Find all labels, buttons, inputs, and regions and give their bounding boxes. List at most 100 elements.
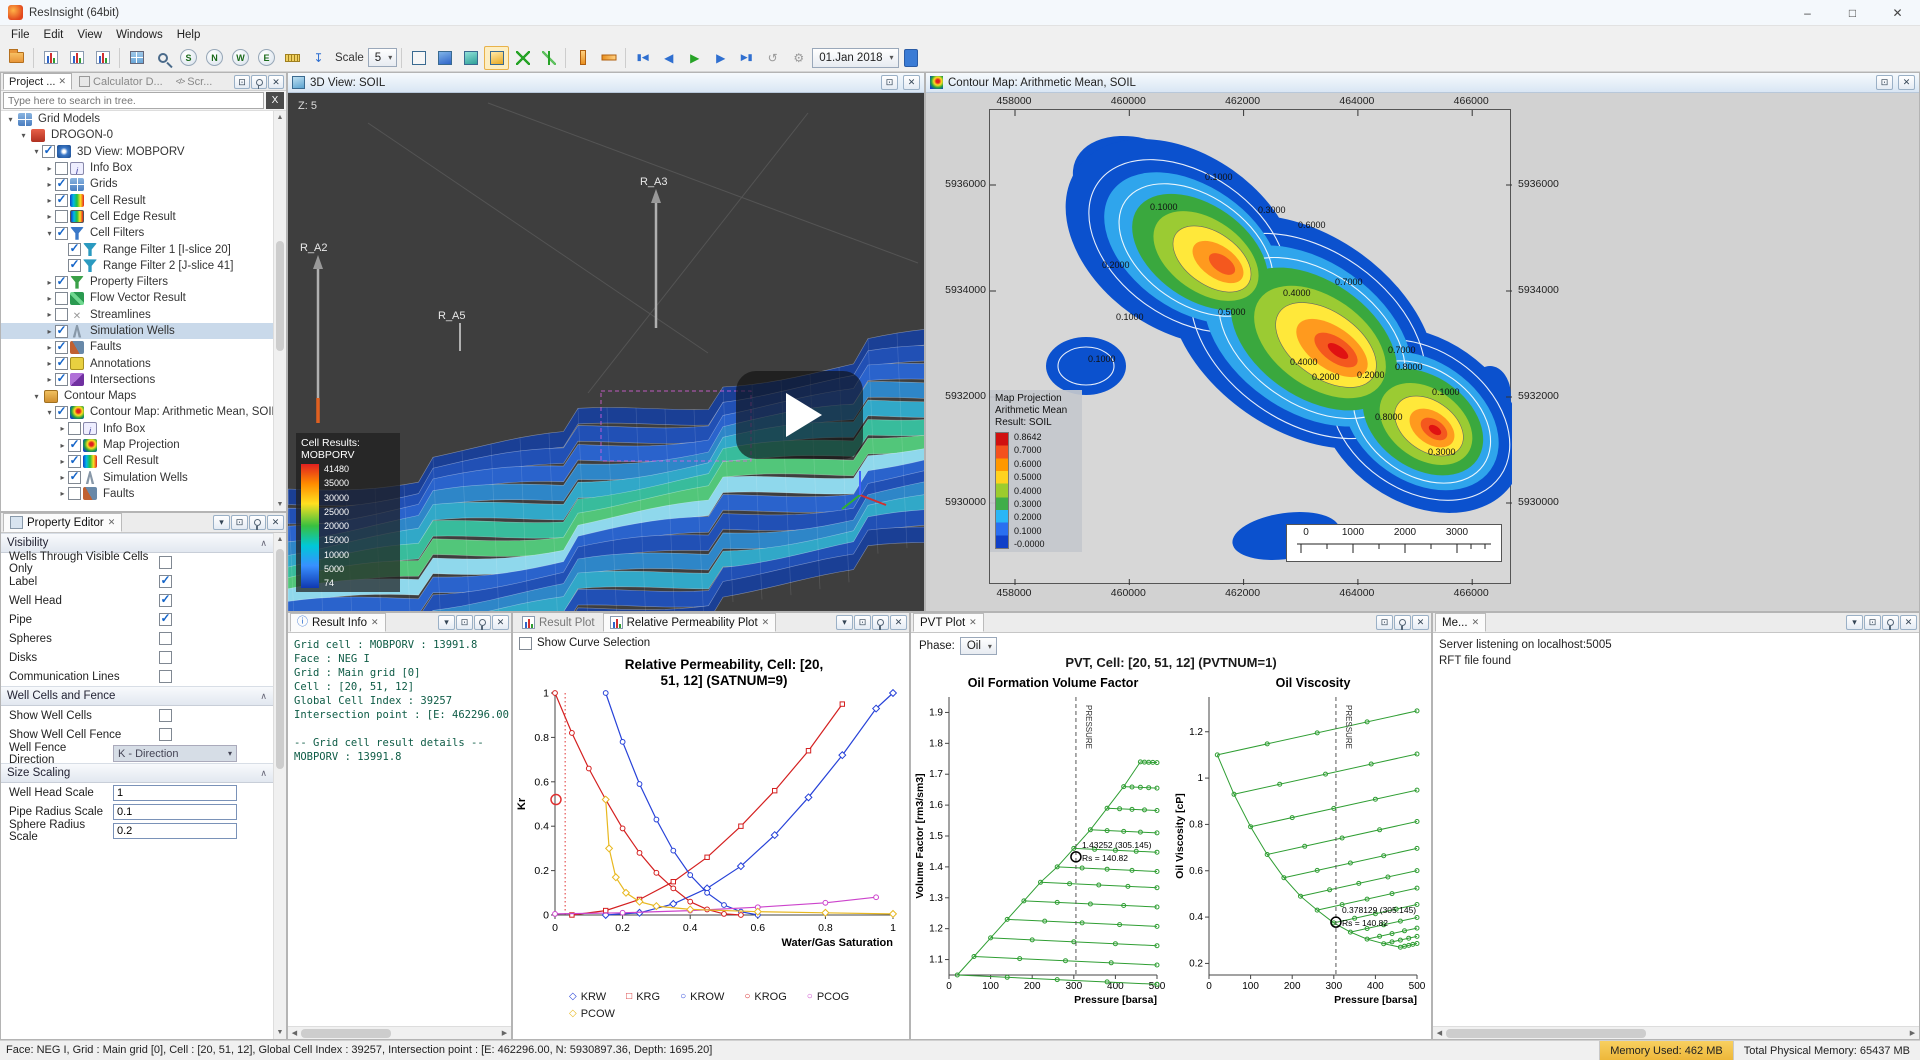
tab-result-plot[interactable]: Result Plot — [515, 613, 602, 632]
zoom-all-button[interactable] — [150, 46, 175, 70]
property-checkbox[interactable] — [159, 594, 172, 607]
show-grid-box-button[interactable] — [406, 46, 431, 70]
tree-item[interactable]: ▾Cell Filters — [1, 225, 273, 241]
close-icon[interactable]: ✕ — [58, 76, 66, 87]
close-icon[interactable]: ✕ — [108, 517, 116, 528]
pin-panel-button[interactable] — [872, 615, 889, 630]
scroll-right-icon[interactable]: ▶ — [1906, 1029, 1919, 1037]
tree-expander-icon[interactable]: ▸ — [44, 343, 55, 352]
tree-item[interactable]: ▸Annotations — [1, 355, 273, 371]
new-plot-window-button[interactable] — [90, 46, 115, 70]
pin-panel-button[interactable] — [474, 615, 491, 630]
tree-item-checkbox[interactable] — [55, 210, 68, 223]
tree-item[interactable]: ▸Simulation Wells — [1, 323, 273, 339]
tree-expander-icon[interactable]: ▾ — [44, 229, 55, 238]
tree-expander-icon[interactable]: ▸ — [57, 489, 68, 498]
scrollbar-thumb[interactable] — [301, 1029, 391, 1038]
tree-expander-icon[interactable]: ▸ — [44, 180, 55, 189]
close-view-button[interactable]: ✕ — [1898, 75, 1915, 90]
property-combo[interactable]: K - Direction▾ — [113, 745, 237, 762]
tree-item-checkbox[interactable] — [68, 487, 81, 500]
legend-item-krw[interactable]: ◇KRW — [569, 991, 606, 1003]
restore-view-button[interactable]: ⊡ — [881, 75, 898, 90]
tab-property-editor[interactable]: Property Editor ✕ — [3, 513, 122, 532]
legend-item-krg[interactable]: □KRG — [626, 991, 660, 1003]
tree-expander-icon[interactable]: ▾ — [31, 147, 42, 156]
view-from-north-button[interactable]: N — [202, 46, 227, 70]
tree-item-checkbox[interactable] — [68, 422, 81, 435]
status-memory-used[interactable]: Memory Used: 462 MB — [1599, 1041, 1732, 1060]
scale-combo[interactable]: 5 ▾ — [368, 48, 397, 67]
tree-expander-icon[interactable]: ▸ — [44, 310, 55, 319]
scroll-left-icon[interactable]: ◀ — [288, 1029, 301, 1037]
tree-expander-icon[interactable]: ▸ — [44, 212, 55, 221]
float-panel-button[interactable]: ⊡ — [456, 615, 473, 630]
float-panel-button[interactable]: ⊡ — [234, 75, 250, 89]
collapse-icon[interactable]: ∧ — [260, 538, 267, 549]
tab-calculator[interactable]: Calculator D... — [73, 73, 169, 90]
skip-to-start-button[interactable]: ▮◀ — [630, 46, 655, 70]
tree-scrollbar[interactable]: ▲ ▼ — [273, 111, 286, 511]
tree-item-checkbox[interactable] — [55, 308, 68, 321]
view-from-south-button[interactable]: S — [176, 46, 201, 70]
menu-help[interactable]: Help — [170, 28, 208, 42]
tree-item[interactable]: ▸Property Filters — [1, 274, 273, 290]
section-header[interactable]: Size Scaling∧ — [1, 763, 273, 783]
open-project-button[interactable] — [4, 46, 29, 70]
property-checkbox[interactable] — [159, 613, 172, 626]
menu-windows[interactable]: Windows — [109, 28, 170, 42]
tree-expander-icon[interactable]: ▸ — [44, 294, 55, 303]
tree-item-checkbox[interactable] — [68, 439, 81, 452]
tree-expander-icon[interactable]: ▸ — [44, 278, 55, 287]
tree-item[interactable]: ▸Info Box — [1, 160, 273, 176]
collapse-icon[interactable]: ∧ — [260, 691, 267, 702]
tree-item[interactable]: ▸Faults — [1, 339, 273, 355]
tree-expander-icon[interactable]: ▾ — [5, 115, 16, 124]
tree-expander-icon[interactable]: ▸ — [44, 375, 55, 384]
phase-combo[interactable]: Oil ▾ — [960, 637, 997, 655]
menu-view[interactable]: View — [70, 28, 109, 42]
tree-item[interactable]: ▸Streamlines — [1, 307, 273, 323]
well-paths-button[interactable] — [536, 46, 561, 70]
scroll-up-icon[interactable]: ▲ — [274, 533, 286, 546]
legend-item-pcog[interactable]: ○PCOG — [807, 991, 849, 1003]
show-faults-button[interactable] — [484, 46, 509, 70]
tree-item-checkbox[interactable] — [68, 471, 81, 484]
tree-item[interactable]: ▸Grids — [1, 176, 273, 192]
view-from-east-button[interactable]: E — [254, 46, 279, 70]
legend-item-krog[interactable]: ○KROG — [744, 991, 786, 1003]
tree-item-checkbox[interactable] — [55, 341, 68, 354]
section-header[interactable]: Well Cells and Fence∧ — [1, 686, 273, 706]
restore-view-button[interactable]: ⊡ — [1876, 75, 1893, 90]
scrollbar-thumb[interactable] — [1446, 1029, 1646, 1038]
property-checkbox[interactable] — [159, 556, 172, 569]
tree-expander-icon[interactable]: ▸ — [57, 424, 68, 433]
tree-item-checkbox[interactable] — [55, 292, 68, 305]
step-forward-button[interactable]: ▶ — [708, 46, 733, 70]
tab-project-tree[interactable]: Project ... ✕ — [3, 73, 72, 90]
show-grid-surface-button[interactable] — [458, 46, 483, 70]
result-info-hscrollbar[interactable]: ◀ ▶ — [288, 1026, 511, 1039]
tab-messages[interactable]: Me... ✕ — [1435, 613, 1486, 632]
maximize-button[interactable]: □ — [1830, 0, 1875, 25]
scrollbar-thumb[interactable] — [276, 549, 284, 769]
tree-item-checkbox[interactable] — [55, 373, 68, 386]
tree-item[interactable]: Range Filter 2 [J-slice 41] — [1, 258, 273, 274]
tree-search-input[interactable] — [3, 92, 264, 109]
legend-item-krow[interactable]: ○KROW — [680, 991, 724, 1003]
tree-expander-icon[interactable]: ▸ — [44, 196, 55, 205]
close-panel-button[interactable]: ✕ — [1412, 615, 1429, 630]
tree-expander-icon[interactable]: ▾ — [44, 408, 55, 417]
show-grid-cells-button[interactable] — [432, 46, 457, 70]
close-icon[interactable]: ✕ — [371, 617, 379, 628]
property-editor-scrollbar[interactable]: ▲ ▼ — [273, 533, 286, 1039]
close-button[interactable]: ✕ — [1875, 0, 1920, 25]
property-checkbox[interactable] — [159, 709, 172, 722]
slice-j-button[interactable] — [596, 46, 621, 70]
tree-item[interactable]: ▾Grid Models — [1, 111, 273, 127]
legend-item-pcow[interactable]: ◇PCOW — [569, 1008, 615, 1020]
repeat-animation-button[interactable]: ↺ — [760, 46, 785, 70]
tree-item[interactable]: ▸Cell Edge Result — [1, 209, 273, 225]
close-panel-button[interactable]: ✕ — [267, 515, 284, 530]
float-panel-button[interactable]: ⊡ — [1864, 615, 1881, 630]
